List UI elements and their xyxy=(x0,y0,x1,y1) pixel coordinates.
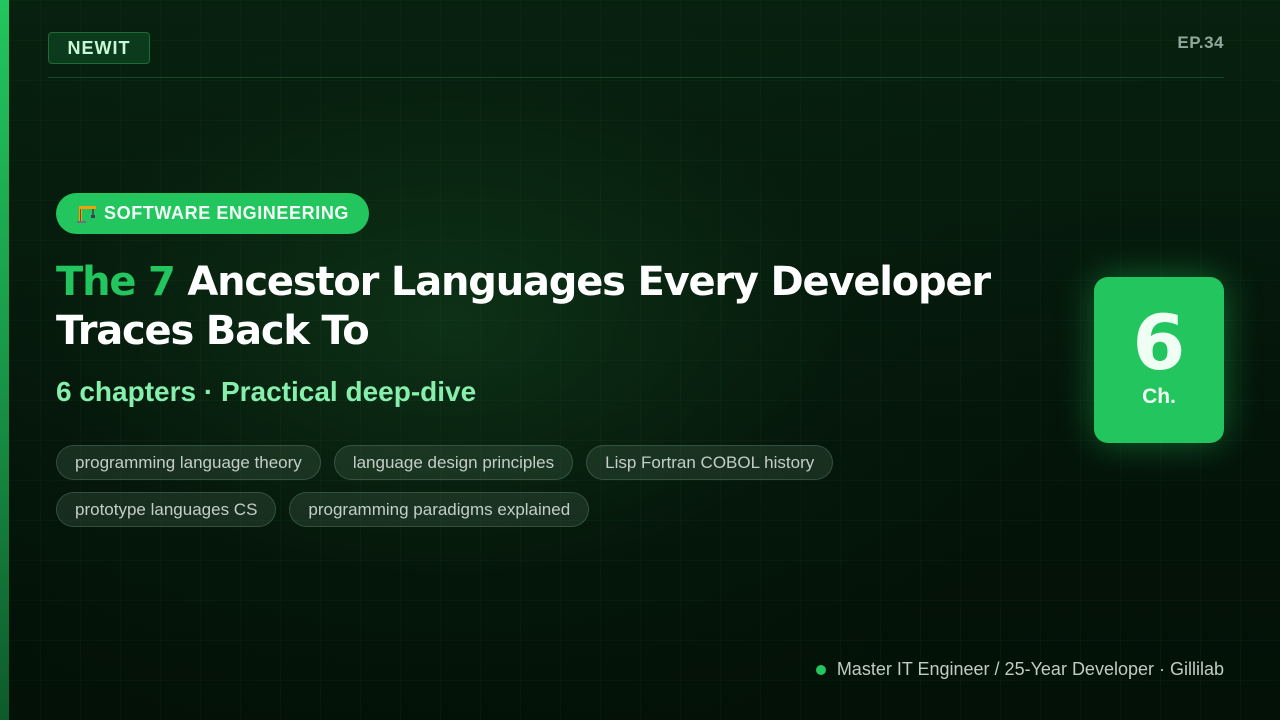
thumbnail-canvas: NEWIT EP.34 SOFTWARE ENGINEERING The 7 A… xyxy=(0,0,1280,720)
tag-list: programming language theory language des… xyxy=(56,445,916,527)
background-grid xyxy=(0,0,1280,720)
construction-crane-icon xyxy=(76,204,98,224)
tag-chip: programming language theory xyxy=(56,445,321,480)
episode-label: EP.34 xyxy=(1177,33,1224,52)
brand-logo-text: NEWIT xyxy=(67,37,131,58)
title-highlight: The 7 xyxy=(56,259,176,305)
category-badge: SOFTWARE ENGINEERING xyxy=(56,193,370,234)
left-accent-bar xyxy=(0,0,9,720)
chapter-count-number: 6 xyxy=(1132,298,1186,387)
author-footer: Master IT Engineer / 25-Year Developer ·… xyxy=(815,659,1224,680)
tag-chip: language design principles xyxy=(333,445,574,480)
category-label: SOFTWARE ENGINEERING xyxy=(104,203,350,223)
page-title: The 7 Ancestor Languages Every Developer… xyxy=(56,258,1056,356)
header-divider xyxy=(48,77,1224,78)
subtitle: 6 chapters · Practical deep-dive xyxy=(56,376,477,407)
chapter-count-badge: 6 Ch. xyxy=(1094,277,1224,443)
author-credit: Master IT Engineer / 25-Year Developer ·… xyxy=(836,659,1224,679)
status-dot-icon xyxy=(815,664,826,675)
chapter-count-label: Ch. xyxy=(1142,385,1176,408)
tag-chip: programming paradigms explained xyxy=(289,492,590,527)
brand-logo: NEWIT xyxy=(48,32,150,64)
tag-chip: Lisp Fortran COBOL history xyxy=(586,445,834,480)
tag-chip: prototype languages CS xyxy=(56,492,277,527)
title-text: Ancestor Languages Every Developer Trace… xyxy=(56,259,991,354)
